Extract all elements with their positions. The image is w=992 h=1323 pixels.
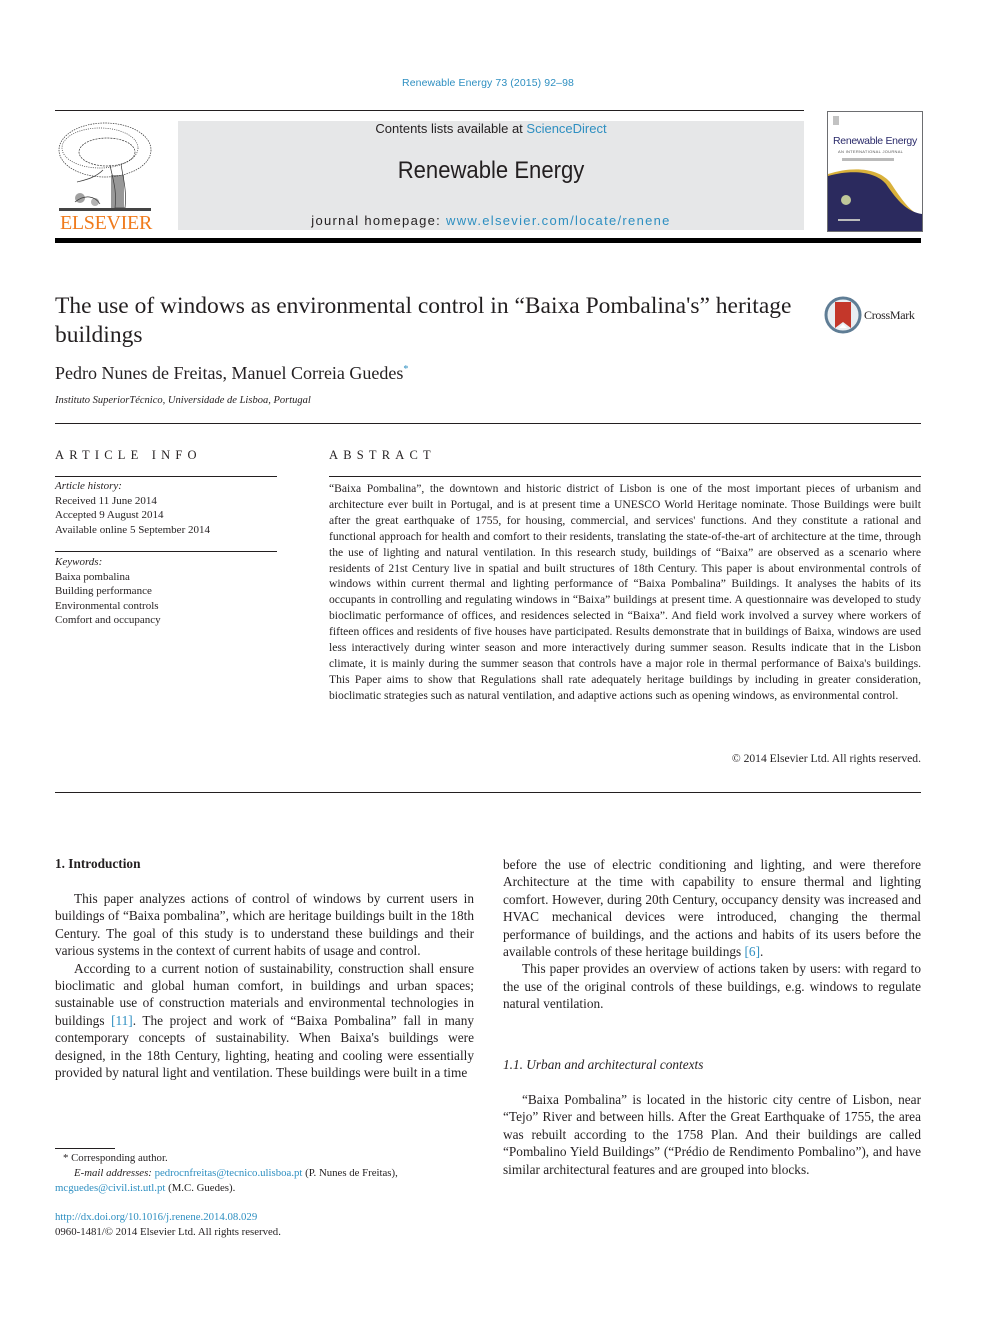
footnote: * Corresponding author. E-mail addresses… [55,1151,474,1196]
keywords-rule [55,551,277,552]
abstract-bottom-rule [55,792,921,793]
subsection-heading: 1.1. Urban and architectural contexts [503,1057,704,1072]
article-authors: Pedro Nunes de Freitas, Manuel Correia G… [55,363,408,384]
corresponding-author-note: * Corresponding author. [63,1152,168,1164]
email-line-2: mcguedes@civil.ist.utl.pt (M.C. Guedes). [55,1181,474,1196]
homepage-prefix: journal homepage: [311,213,446,228]
contents-availability: Contents lists available at ScienceDirec… [178,121,804,136]
body-left-column: This paper analyzes actions of control o… [55,890,474,1081]
abstract-text: “Baixa Pombalina”, the downtown and hist… [329,482,921,702]
article-info-heading: ARTICLE INFO [55,448,202,462]
abstract-copyright: © 2014 Elsevier Ltd. All rights reserved… [731,752,921,765]
section-heading-introduction: 1. Introduction [55,856,141,871]
author-names: Pedro Nunes de Freitas, Manuel Correia G… [55,363,404,383]
article-history: Article history: Received 11 June 2014 A… [55,479,275,537]
sciencedirect-link[interactable]: ScienceDirect [526,121,606,136]
journal-cover-thumbnail[interactable]: Renewable Energy AN INTERNATIONAL JOURNA… [827,111,923,232]
header-thick-rule [55,238,921,243]
paragraph: “Baixa Pombalina” is located in the hist… [503,1092,921,1177]
article-info-rule [55,476,277,477]
email-link-freitas[interactable]: pedrocnfreitas@tecnico.ulisboa.pt [155,1167,303,1179]
elsevier-logo-text: ELSEVIER [59,212,153,234]
author-affiliation: Instituto SuperiorTécnico, Universidade … [55,395,311,406]
header-top-rule [55,110,804,111]
history-accepted: Accepted 9 August 2014 [55,509,164,521]
homepage-link[interactable]: www.elsevier.com/locate/renene [446,213,671,228]
issn-copyright: 0960-1481/© 2014 Elsevier Ltd. All right… [55,1226,281,1238]
keywords-list: Keywords: Baixa pombalina Building perfo… [55,555,275,628]
paragraph: This paper analyzes actions of control o… [55,891,474,959]
title-divider [55,423,921,424]
cover-artwork-icon [828,116,922,231]
corresponding-author-mark[interactable]: * [403,364,408,375]
footnote-rule [55,1148,115,1149]
contents-prefix: Contents lists available at [375,121,527,136]
cover-subtitle: AN INTERNATIONAL JOURNAL [838,149,904,154]
journal-reference[interactable]: Renewable Energy 73 (2015) 92–98 [0,77,976,89]
email-link-guedes[interactable]: mcguedes@civil.ist.utl.pt [55,1182,165,1194]
paragraph-text: before the use of electric conditioning … [503,857,921,960]
body-right-column: before the use of electric conditioning … [503,856,921,1013]
doi-link[interactable]: http://dx.doi.org/10.1016/j.renene.2014.… [55,1211,257,1223]
body-right-column-continued: “Baixa Pombalina” is located in the hist… [503,1091,921,1178]
email-addresses: E-mail addresses: pedrocnfreitas@tecnico… [55,1166,474,1181]
email-label: E-mail addresses: [74,1167,155,1179]
keywords-label: Keywords: [55,556,103,568]
article-title: The use of windows as environmental cont… [55,293,792,348]
citation-link[interactable]: [11] [111,1013,133,1028]
paragraph: According to a current notion of sustain… [55,960,474,1082]
history-online: Available online 5 September 2014 [55,523,210,536]
paragraph: before the use of electric conditioning … [503,856,921,960]
paragraph-text: . [760,944,764,960]
keyword-item: Building performance [55,585,152,597]
keyword-item: Baixa pombalina [55,570,130,583]
journal-homepage: journal homepage: www.elsevier.com/locat… [178,213,804,228]
history-received: Received 11 June 2014 [55,494,157,507]
paragraph: This paper provides an overview of actio… [503,961,921,1012]
cover-title: Renewable Energy [833,135,917,147]
email-owner: (M.C. Guedes). [165,1182,236,1194]
abstract-rule [329,476,921,477]
journal-name: Renewable Energy [397,157,585,184]
article-history-label: Article history: [55,480,122,492]
keyword-item: Comfort and occupancy [55,614,161,626]
abstract-heading: ABSTRACT [329,448,436,462]
crossmark-icon [824,296,862,334]
citation-link[interactable]: [6] [745,944,761,959]
keyword-item: Environmental controls [55,599,159,612]
crossmark-label[interactable]: CrossMark [864,308,915,323]
email-owner: (P. Nunes de Freitas), [302,1167,398,1179]
